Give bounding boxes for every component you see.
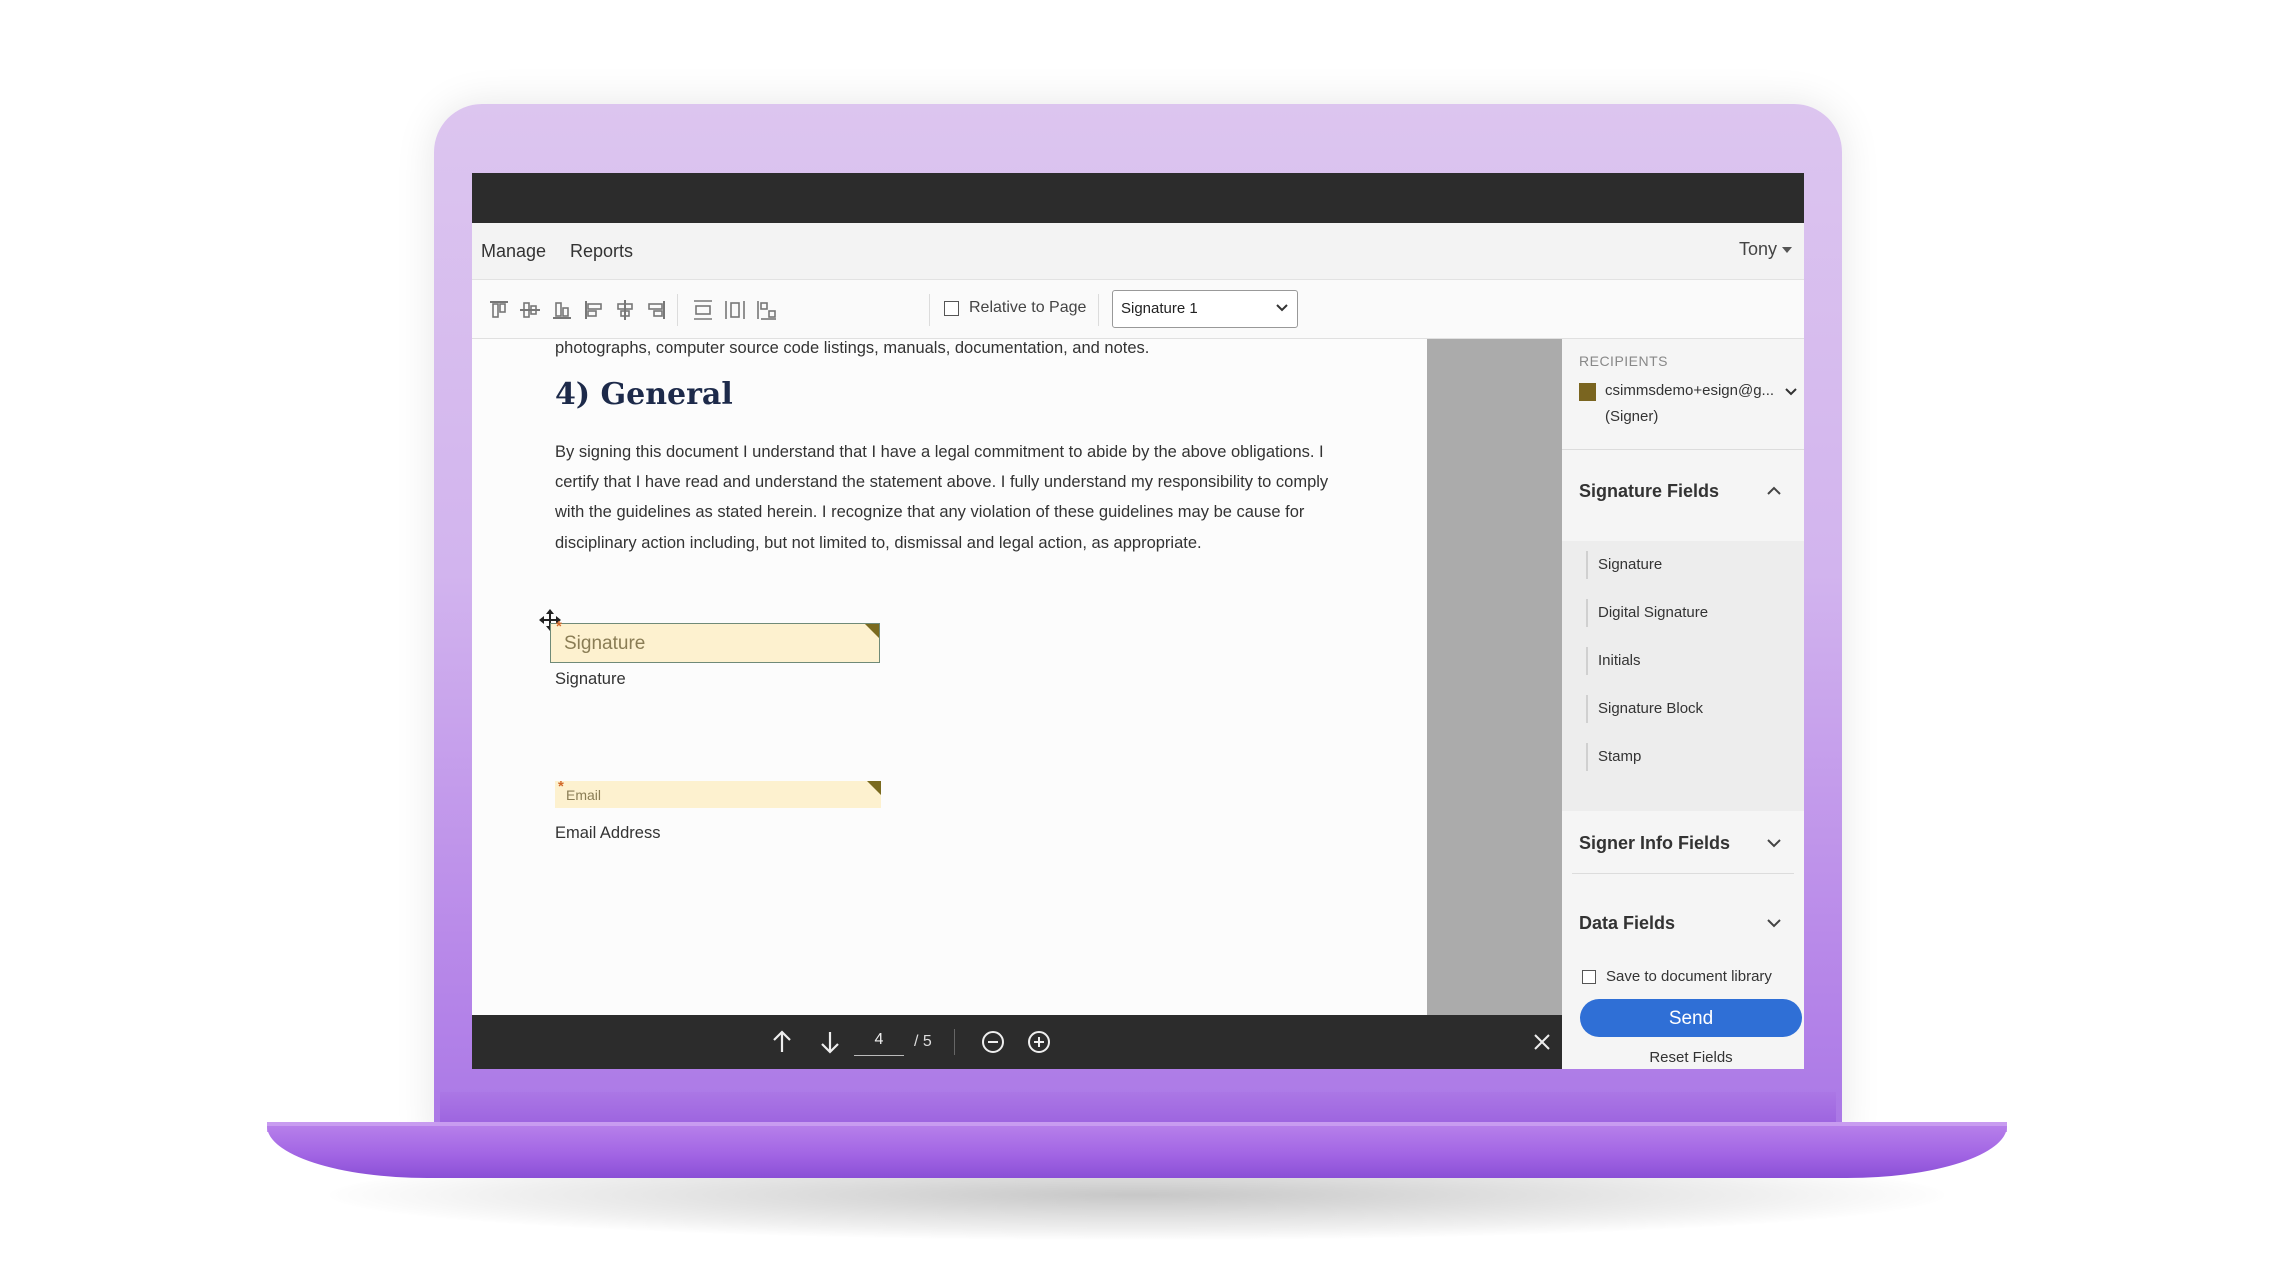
chevron-down-icon[interactable] bbox=[1766, 918, 1782, 928]
relative-to-page-checkbox[interactable] bbox=[944, 301, 959, 316]
toolbar-divider bbox=[929, 294, 930, 326]
chevron-down-icon bbox=[1276, 304, 1288, 312]
field-signature-block[interactable]: Signature Block bbox=[1586, 695, 1703, 723]
recipient-email[interactable]: csimmsdemo+esign@g... bbox=[1605, 382, 1774, 399]
arrow-down-icon[interactable] bbox=[817, 1029, 843, 1055]
signature-placeholder: Signature bbox=[564, 633, 646, 654]
align-top-icon[interactable] bbox=[486, 297, 512, 323]
required-star-icon: * bbox=[558, 778, 564, 795]
doc-paragraph-line: with the guidelines as stated herein. I … bbox=[555, 503, 1305, 521]
align-right-icon[interactable] bbox=[643, 297, 669, 323]
email-field[interactable]: * Email bbox=[555, 778, 881, 808]
signature-fields-header[interactable]: Signature Fields bbox=[1579, 481, 1719, 502]
user-menu[interactable]: Tony bbox=[1739, 239, 1792, 260]
caret-down-icon bbox=[1782, 247, 1792, 254]
divider bbox=[1572, 873, 1794, 874]
signature-fields-list: Signature Digital Signature Initials Sig… bbox=[1562, 541, 1804, 811]
toolbar-divider bbox=[1098, 294, 1099, 326]
recipient-role: (Signer) bbox=[1605, 408, 1659, 425]
doc-paragraph-line: By signing this document I understand th… bbox=[555, 443, 1324, 461]
align-left-icon[interactable] bbox=[581, 297, 607, 323]
arrow-up-icon[interactable] bbox=[769, 1029, 795, 1055]
signature-field[interactable]: * Signature bbox=[550, 618, 880, 663]
reset-fields-link[interactable]: Reset Fields bbox=[1580, 1049, 1802, 1066]
align-center-icon[interactable] bbox=[612, 297, 638, 323]
page-number-input[interactable]: 4 bbox=[854, 1025, 904, 1056]
page-total: / 5 bbox=[914, 1033, 932, 1050]
nav-divider bbox=[954, 1029, 955, 1055]
field-select-value: Signature 1 bbox=[1121, 300, 1198, 317]
recipient-chevron-down-icon[interactable] bbox=[1784, 387, 1798, 397]
doc-paragraph-line: disciplinary action including, but not l… bbox=[555, 534, 1202, 552]
signature-field-label: Signature bbox=[555, 670, 626, 688]
align-middle-icon[interactable] bbox=[517, 297, 543, 323]
laptop-base bbox=[267, 1126, 2007, 1178]
field-select-dropdown[interactable]: Signature 1 bbox=[1112, 290, 1298, 328]
field-stamp[interactable]: Stamp bbox=[1586, 743, 1641, 771]
field-corner-marker bbox=[865, 624, 879, 638]
user-name: Tony bbox=[1738, 239, 1777, 259]
zoom-in-icon[interactable] bbox=[1026, 1029, 1052, 1055]
document-gutter bbox=[1427, 339, 1562, 1015]
recipients-title: RECIPIENTS bbox=[1579, 353, 1669, 369]
field-signature[interactable]: Signature bbox=[1586, 551, 1662, 579]
chevron-down-icon[interactable] bbox=[1766, 838, 1782, 848]
distribute-horizontal-icon[interactable] bbox=[722, 297, 748, 323]
data-fields-header[interactable]: Data Fields bbox=[1579, 913, 1675, 934]
required-star-icon: * bbox=[556, 618, 562, 635]
field-digital-signature[interactable]: Digital Signature bbox=[1586, 599, 1708, 627]
zoom-out-icon[interactable] bbox=[980, 1029, 1006, 1055]
app-screen: Manage Reports Tony Relative to Page Sig… bbox=[472, 173, 1804, 1069]
email-placeholder: Email bbox=[566, 787, 602, 803]
save-to-library-label: Save to document library bbox=[1606, 968, 1772, 985]
menu-bar: Manage Reports Tony bbox=[472, 223, 1804, 280]
menu-manage[interactable]: Manage bbox=[481, 241, 546, 262]
doc-top-line: photographs, computer source code listin… bbox=[555, 339, 1150, 357]
save-to-library-checkbox[interactable] bbox=[1582, 970, 1596, 984]
doc-heading: 4) General bbox=[555, 377, 733, 412]
menu-reports[interactable]: Reports bbox=[570, 241, 633, 262]
field-corner-marker bbox=[867, 781, 881, 795]
app-top-bar bbox=[472, 173, 1804, 223]
field-initials[interactable]: Initials bbox=[1586, 647, 1641, 675]
page-nav-bar: 4 / 5 bbox=[472, 1015, 1562, 1069]
send-button[interactable]: Send bbox=[1580, 999, 1802, 1037]
distribute-vertical-icon[interactable] bbox=[690, 297, 716, 323]
match-size-icon[interactable] bbox=[754, 297, 780, 323]
align-bottom-icon[interactable] bbox=[549, 297, 575, 323]
recipient-color-swatch bbox=[1579, 383, 1596, 401]
divider bbox=[1562, 449, 1804, 450]
chevron-up-icon[interactable] bbox=[1766, 486, 1782, 496]
email-field-label: Email Address bbox=[555, 824, 661, 842]
toolbar-divider bbox=[677, 294, 678, 326]
relative-to-page-label: Relative to Page bbox=[969, 299, 1087, 316]
laptop-hinge bbox=[440, 1092, 1836, 1126]
alignment-toolbar: Relative to Page Signature 1 bbox=[472, 280, 1804, 339]
close-icon[interactable] bbox=[1532, 1032, 1552, 1052]
doc-paragraph-line: certify that I have read and understand … bbox=[555, 473, 1329, 491]
signer-info-fields-header[interactable]: Signer Info Fields bbox=[1579, 833, 1730, 854]
